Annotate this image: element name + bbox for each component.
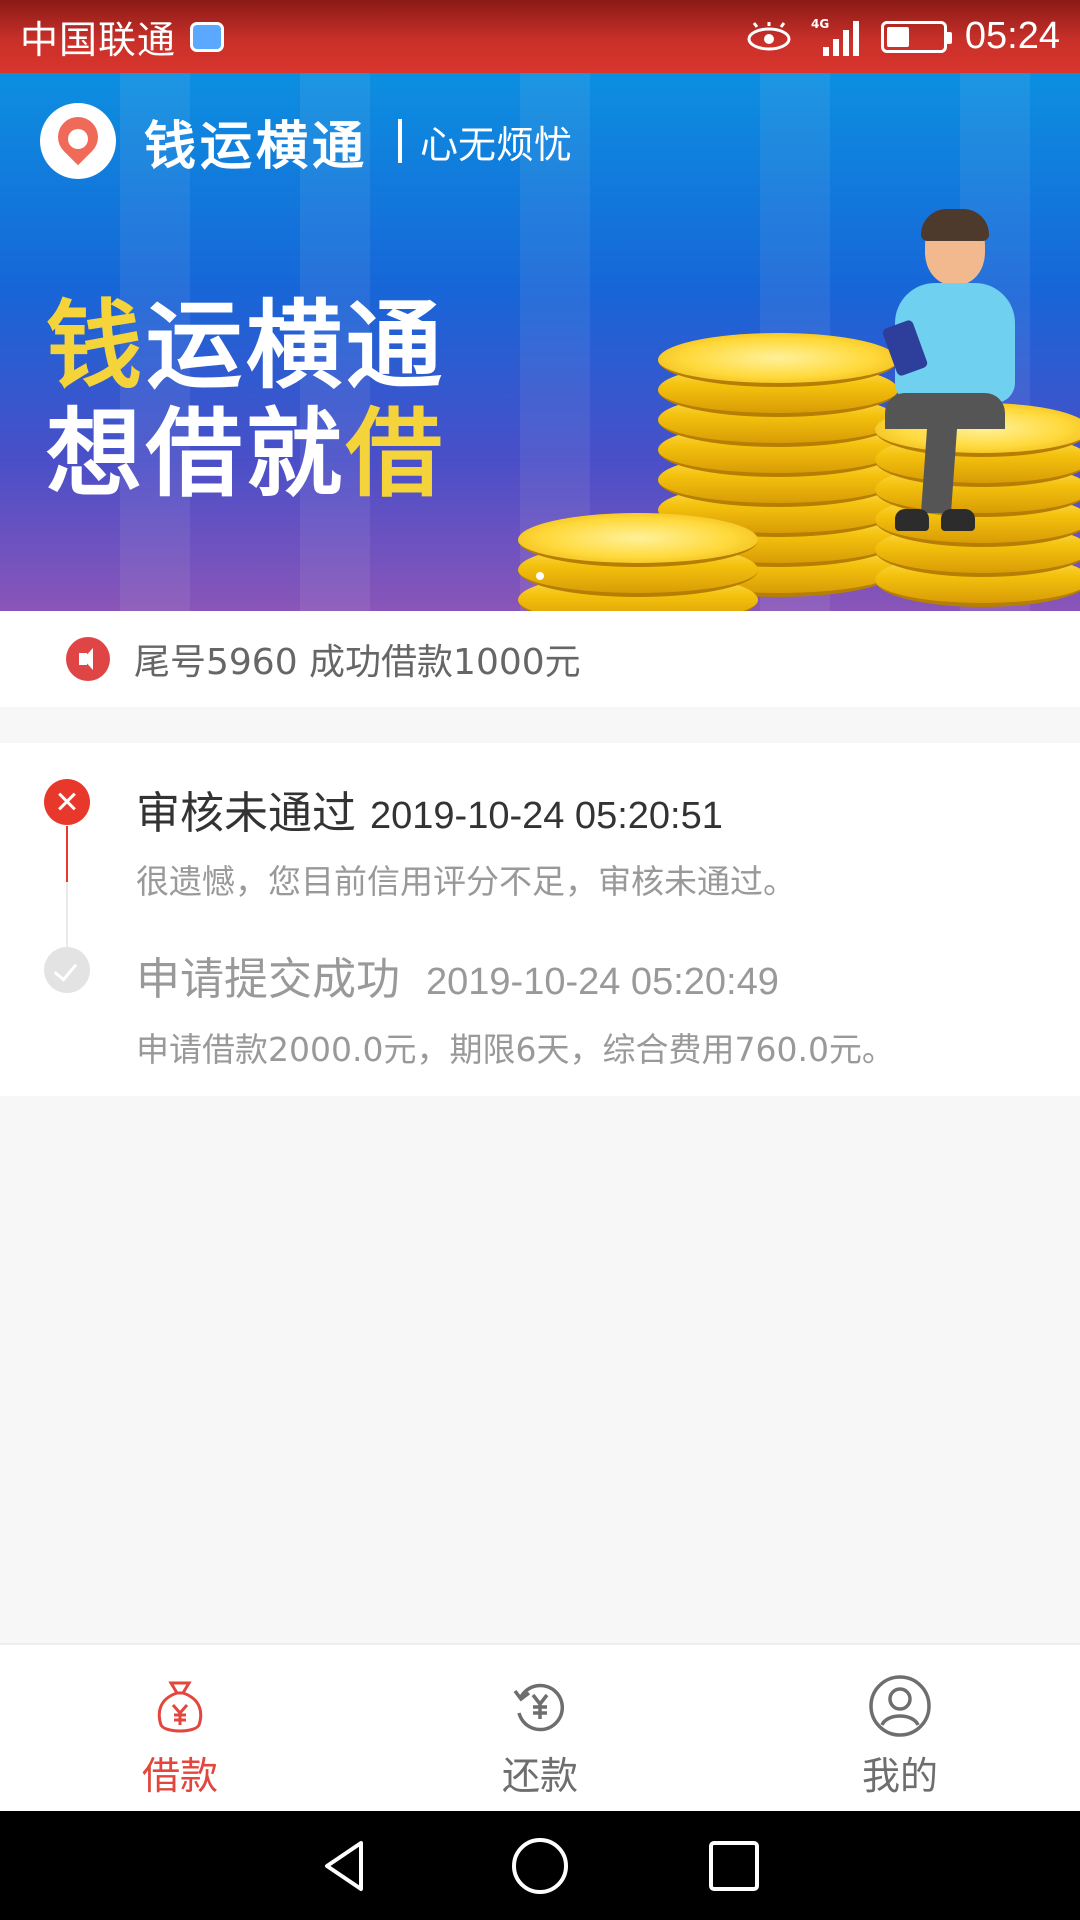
headline-text-2: 想借就	[46, 397, 346, 510]
nav-tab-repay[interactable]: 还款	[360, 1645, 720, 1811]
speaker-icon	[66, 637, 110, 681]
timeline-connector	[66, 826, 68, 882]
recents-icon[interactable]	[703, 1835, 765, 1897]
repay-icon	[513, 1683, 565, 1732]
home-icon[interactable]	[509, 1835, 571, 1897]
nav-label: 还款	[501, 1754, 578, 1798]
signal-4g-icon: 4G	[811, 17, 859, 56]
logo-divider	[398, 119, 403, 163]
money-bag-icon	[157, 1681, 203, 1733]
timeline-item-rejected: 审核未通过 2019-10-24 05:20:51	[136, 777, 723, 841]
timeline-connector	[66, 882, 68, 948]
timeline-time: 2019-10-24 05:20:49	[426, 961, 779, 1003]
timeline-time: 2019-10-24 05:20:51	[370, 795, 723, 837]
headline-text-1: 运横通	[146, 290, 446, 402]
headline-highlight-2: 借	[346, 397, 446, 510]
nav-label: 借款	[141, 1754, 218, 1798]
timeline-item-submitted: 申请提交成功 2019-10-24 05:20:49	[136, 943, 779, 1007]
svg-text:4G: 4G	[811, 17, 829, 31]
banner-headline: 钱运横通 想借就借	[46, 290, 446, 510]
timeline-description: 很遗憾，您目前信用评分不足，审核未通过。	[136, 862, 796, 901]
timeline-title: 申请提交成功	[136, 954, 400, 1005]
back-icon[interactable]	[315, 1835, 377, 1897]
brand-slogan: 心无烦忧	[420, 122, 573, 167]
logo-icon	[40, 103, 116, 179]
headline-highlight-1: 钱	[46, 290, 146, 402]
timeline-title: 审核未通过	[136, 788, 356, 839]
status-icons: 4G 05:24	[745, 15, 1060, 58]
notice-bar: 尾号5960 成功借款1000元	[0, 611, 1080, 707]
brand-name: 钱运横通	[144, 116, 369, 177]
nav-label: 我的	[861, 1754, 938, 1798]
clock: 05:24	[964, 15, 1060, 57]
promo-banner[interactable]: 钱运横通 心无烦忧 钱运横通 想借就借	[0, 73, 1080, 611]
check-icon	[44, 947, 90, 993]
person-illustration	[881, 209, 1035, 533]
bottom-nav: 借款 还款 我的	[0, 1643, 1080, 1811]
nav-tab-borrow[interactable]: 借款	[0, 1645, 360, 1811]
status-bar: 中国联通 4G 05:24	[0, 0, 1080, 73]
system-nav-bar	[0, 1811, 1080, 1920]
message-notification-icon	[190, 21, 225, 52]
notice-text: 尾号5960 成功借款1000元	[134, 642, 581, 683]
carrier-name: 中国联通	[20, 18, 177, 62]
nav-tab-mine[interactable]: 我的	[720, 1645, 1080, 1811]
rejected-icon	[44, 779, 90, 825]
timeline-description: 申请借款2000.0元，期限6天，综合费用760.0元。	[136, 1030, 895, 1069]
profile-icon	[869, 1675, 931, 1737]
eye-comfort-icon	[747, 21, 791, 50]
carousel-indicator	[536, 572, 544, 580]
brand-logo: 钱运横通 心无烦忧	[40, 103, 572, 179]
application-timeline: 审核未通过 2019-10-24 05:20:51 很遗憾，您目前信用评分不足，…	[0, 743, 1080, 1096]
coin-stack-icon	[518, 503, 758, 611]
battery-icon	[880, 20, 952, 53]
